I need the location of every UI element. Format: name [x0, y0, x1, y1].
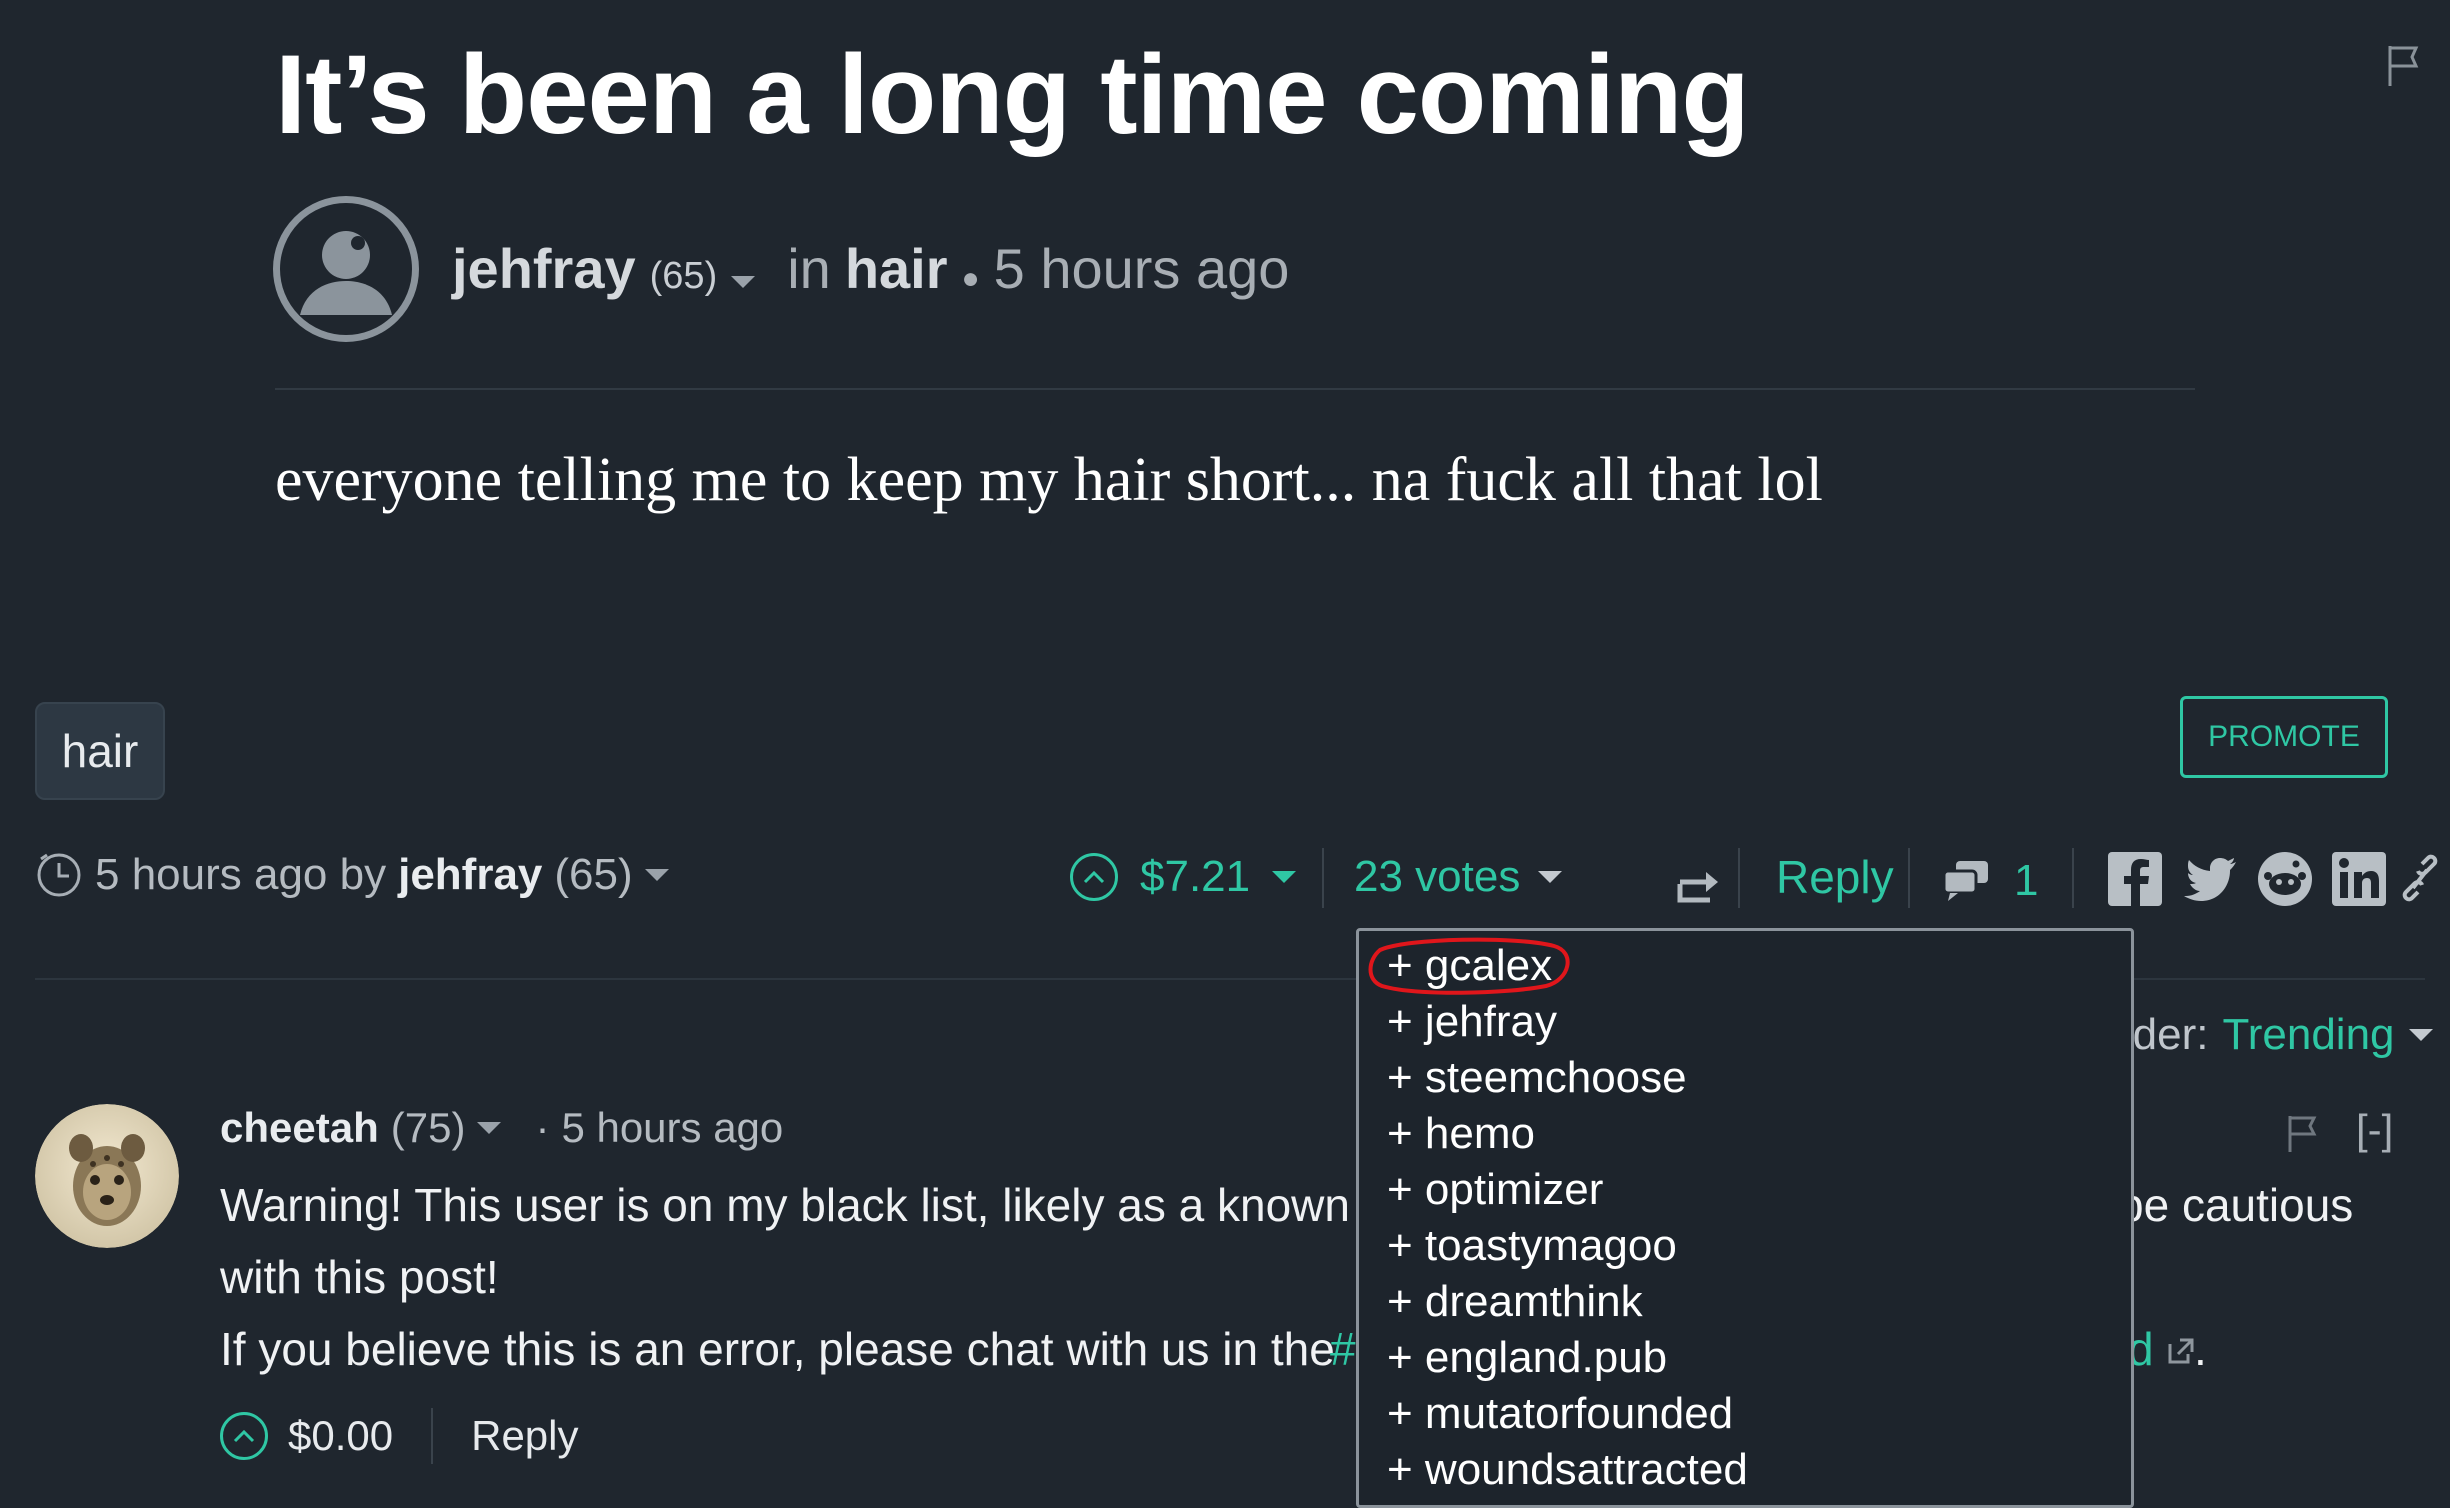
tag-hair[interactable]: hair — [35, 702, 165, 800]
voter-item[interactable]: + mutatorfounded — [1387, 1389, 1733, 1439]
voter-item[interactable]: + woundsattracted — [1387, 1445, 1748, 1495]
separator — [1738, 848, 1740, 908]
footer-author-link[interactable]: jehfray — [398, 850, 542, 900]
comment-line-1: Warning! This user is on my black list, … — [220, 1179, 1389, 1231]
community-link[interactable]: hair — [845, 236, 948, 301]
comment-line-1-end: be cautious — [2118, 1179, 2354, 1231]
chevron-down-icon[interactable] — [731, 276, 756, 288]
linkedin-icon[interactable] — [2330, 850, 2388, 908]
chat-link-start[interactable]: # — [1330, 1322, 1356, 1376]
separator — [2072, 848, 2074, 908]
voter-item[interactable]: + toastymagoo — [1387, 1221, 1677, 1271]
chevron-down-icon[interactable] — [2408, 1029, 2433, 1041]
upvote-icon[interactable] — [1070, 853, 1118, 901]
flag-icon[interactable] — [2286, 1114, 2318, 1154]
annotation-highlight — [1368, 937, 1570, 995]
comment-line-3: If you believe this is an error, please … — [220, 1323, 1335, 1375]
separator — [1322, 848, 1324, 908]
footer-time: 5 hours ago by — [95, 850, 387, 899]
clock-icon — [37, 853, 81, 897]
votes-label[interactable]: 23 votes — [1354, 852, 1520, 902]
comment-reputation: (75) — [390, 1104, 466, 1151]
post-time: 5 hours ago — [993, 237, 1290, 300]
comment-avatar[interactable] — [35, 1104, 179, 1248]
comment-footer: $0.00 Reply — [220, 1408, 579, 1464]
link-icon[interactable] — [2400, 850, 2440, 908]
promote-button[interactable]: PROMOTE — [2180, 696, 2388, 778]
comment-author-link[interactable]: cheetah — [220, 1104, 379, 1152]
voter-item[interactable]: + steemchoose — [1387, 1053, 1687, 1103]
sort-value[interactable]: Trending — [2222, 1010, 2394, 1060]
collapse-toggle[interactable]: [-] — [2356, 1106, 2393, 1154]
post-title: It’s been a long time coming — [275, 32, 1750, 157]
voter-item[interactable]: + dreamthink — [1387, 1277, 1643, 1327]
divider — [275, 388, 2195, 390]
voter-item[interactable]: + hemo — [1387, 1109, 1535, 1159]
comments-icon — [1942, 861, 1988, 901]
user-avatar-icon — [300, 231, 392, 315]
separator — [431, 1408, 434, 1464]
flag-icon[interactable] — [2386, 44, 2422, 88]
voter-item[interactable]: + optimizer — [1387, 1165, 1603, 1215]
chevron-down-icon[interactable] — [1272, 871, 1297, 883]
comment-dot: · — [535, 1104, 550, 1151]
resteem-icon[interactable] — [1676, 860, 1722, 906]
payout-amount[interactable]: $7.21 — [1140, 852, 1250, 902]
author-reputation: (65) — [649, 255, 718, 297]
author-link[interactable]: jehfray — [452, 236, 636, 301]
reply-button[interactable]: Reply — [1776, 850, 1894, 904]
comments-number[interactable]: 1 — [2014, 856, 2038, 906]
comment-header: cheetah (75) · 5 hours ago — [220, 1104, 783, 1152]
comment-time: 5 hours ago — [561, 1104, 784, 1151]
voter-item[interactable]: + jehfray — [1387, 997, 1557, 1047]
twitter-icon[interactable] — [2182, 850, 2240, 908]
post-footer-meta: 5 hours ago by jehfray (65) — [35, 850, 669, 900]
in-label: in — [787, 237, 831, 300]
footer-reputation: (65) — [554, 850, 633, 899]
chevron-down-icon[interactable] — [644, 869, 669, 881]
comment-line-2: with this post! — [220, 1251, 499, 1303]
comment-line-3-end: . — [2194, 1323, 2207, 1375]
chevron-down-icon[interactable] — [1538, 871, 1563, 883]
facebook-icon[interactable] — [2106, 850, 2164, 908]
chevron-down-icon[interactable] — [477, 1122, 502, 1134]
payout-group: $7.21 — [1070, 852, 1297, 902]
reddit-icon[interactable] — [2256, 850, 2314, 908]
comment-payout[interactable]: $0.00 — [288, 1412, 393, 1460]
comment-reply-button[interactable]: Reply — [471, 1412, 578, 1460]
external-link-icon[interactable] — [2166, 1336, 2196, 1366]
post-body: everyone telling me to keep my hair shor… — [275, 446, 1823, 514]
votes-toggle[interactable]: 23 votes — [1354, 852, 1563, 902]
sort-order[interactable]: rder: Trending — [2118, 1010, 2433, 1060]
voters-dropdown: + gcalex + jehfray + steemchoose + hemo … — [1356, 928, 2134, 1508]
bullet-separator: ● — [961, 262, 980, 295]
post-byline: jehfray (65) in hair ● 5 hours ago — [452, 236, 1289, 301]
separator — [1908, 848, 1910, 908]
author-avatar[interactable] — [273, 196, 419, 342]
comments-count[interactable]: 1 — [1942, 856, 2038, 906]
voter-item[interactable]: + england.pub — [1387, 1333, 1667, 1383]
upvote-icon[interactable] — [220, 1412, 268, 1460]
